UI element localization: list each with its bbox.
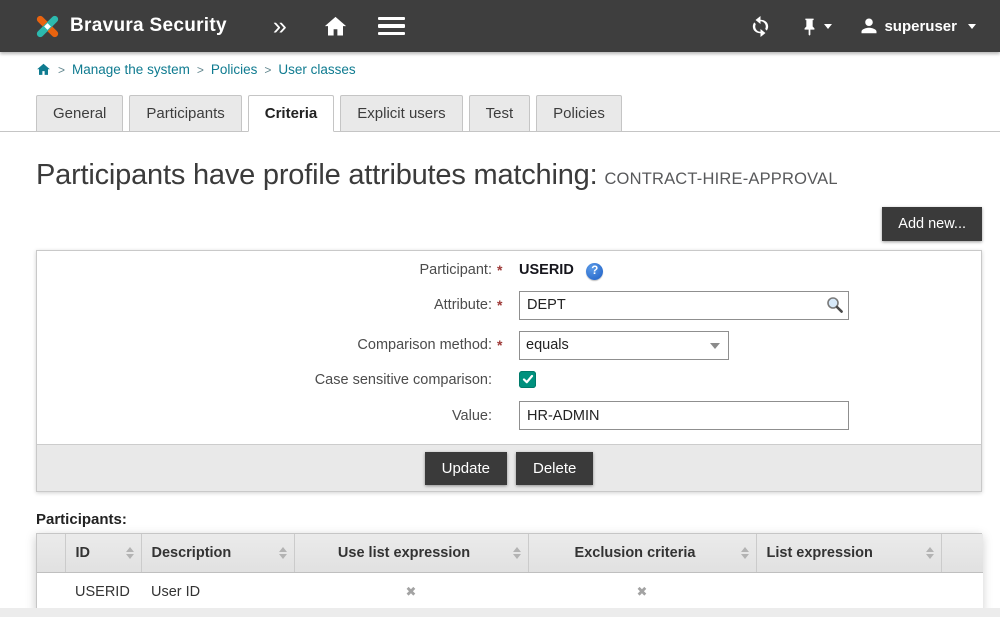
sort-icon — [741, 547, 749, 559]
main-content: Participants have profile attributes mat… — [0, 159, 1000, 613]
value-input[interactable] — [519, 401, 849, 430]
participants-section-label: Participants: — [36, 511, 982, 528]
value-label: Value: — [37, 408, 497, 424]
pin-icon — [800, 17, 819, 36]
user-icon — [860, 17, 878, 35]
table-row[interactable]: USERID User ID ✖ ✖ — [37, 572, 983, 612]
page-title-text: Participants have profile attributes mat… — [36, 159, 597, 191]
brand-logo-icon — [34, 13, 61, 40]
menu-icon[interactable] — [378, 17, 405, 36]
column-header-blank — [941, 534, 983, 572]
cross-icon: ✖ — [637, 584, 648, 599]
tab-bar: General Participants Criteria Explicit u… — [0, 83, 1000, 132]
brand[interactable]: Bravura Security — [34, 13, 227, 40]
search-icon[interactable] — [825, 295, 845, 320]
app-header: Bravura Security » superuser — [0, 0, 1000, 52]
participant-value: USERID — [519, 262, 574, 278]
tab-test[interactable]: Test — [469, 95, 531, 132]
column-label: Use list expression — [338, 545, 470, 561]
column-header-list-expression[interactable]: List expression — [756, 534, 941, 572]
cross-icon: ✖ — [406, 584, 417, 599]
column-header-use-list-expression[interactable]: Use list expression — [294, 534, 528, 572]
page-bottom-strip — [0, 608, 1000, 617]
required-asterisk: * — [497, 297, 519, 313]
case-sensitive-label: Case sensitive comparison: — [37, 372, 497, 388]
delete-button[interactable]: Delete — [516, 452, 593, 485]
breadcrumb-separator: > — [264, 63, 271, 77]
case-sensitive-checkbox[interactable] — [519, 371, 536, 388]
column-header-blank — [37, 534, 65, 572]
column-header-id[interactable]: ID — [65, 534, 141, 572]
breadcrumb-separator: > — [197, 63, 204, 77]
tab-policies[interactable]: Policies — [536, 95, 622, 132]
sort-icon — [513, 547, 521, 559]
breadcrumb-link-policies[interactable]: Policies — [211, 62, 258, 77]
username: superuser — [884, 18, 957, 35]
breadcrumb: > Manage the system > Policies > User cl… — [0, 52, 1000, 83]
sort-icon — [926, 547, 934, 559]
attribute-label: Attribute: — [37, 297, 497, 313]
value-row: Value: — [37, 401, 981, 430]
table-header-row: ID Description Use list expression Exclu… — [37, 534, 983, 572]
required-asterisk: * — [497, 262, 519, 278]
user-menu[interactable]: superuser — [860, 17, 976, 35]
sort-icon — [279, 547, 287, 559]
column-label: List expression — [767, 545, 873, 561]
breadcrumb-separator: > — [58, 63, 65, 77]
participants-table: ID Description Use list expression Exclu… — [36, 533, 982, 613]
comparison-method-select[interactable]: equals — [519, 331, 729, 360]
cell-blank — [941, 572, 983, 612]
form-footer: Update Delete — [37, 444, 981, 491]
help-icon[interactable]: ? — [586, 263, 603, 280]
checkmark-icon — [522, 373, 534, 385]
criteria-form: Participant: * USERID ? Attribute: * — [36, 250, 982, 492]
pin-menu[interactable] — [800, 17, 832, 36]
column-label: Description — [152, 545, 232, 561]
cell-list-expression — [756, 572, 941, 612]
cell-description: User ID — [141, 572, 294, 612]
cell-id: USERID — [65, 572, 141, 612]
home-icon[interactable] — [323, 14, 348, 39]
participant-label: Participant: — [37, 262, 497, 278]
breadcrumb-home-icon[interactable] — [36, 62, 51, 77]
participant-row: Participant: * USERID ? — [37, 261, 981, 280]
column-label: ID — [76, 545, 91, 561]
refresh-icon[interactable] — [749, 15, 772, 38]
column-header-exclusion-criteria[interactable]: Exclusion criteria — [528, 534, 756, 572]
tab-explicit-users[interactable]: Explicit users — [340, 95, 462, 132]
attribute-row: Attribute: * — [37, 291, 981, 320]
sort-icon — [126, 547, 134, 559]
tab-general[interactable]: General — [36, 95, 123, 132]
column-header-description[interactable]: Description — [141, 534, 294, 572]
update-button[interactable]: Update — [425, 452, 507, 485]
breadcrumb-link-manage-the-system[interactable]: Manage the system — [72, 62, 190, 77]
column-label: Exclusion criteria — [575, 545, 696, 561]
cell-use-list-expression: ✖ — [294, 572, 528, 612]
chevron-down-icon — [824, 24, 832, 29]
page-title: Participants have profile attributes mat… — [36, 159, 982, 192]
breadcrumb-link-user-classes[interactable]: User classes — [278, 62, 355, 77]
case-sensitive-row: Case sensitive comparison: — [37, 371, 981, 391]
chevron-down-icon — [968, 24, 976, 29]
comparison-method-row: Comparison method: * equals — [37, 331, 981, 360]
cell-exclusion-criteria: ✖ — [528, 572, 756, 612]
required-asterisk: * — [497, 337, 519, 353]
attribute-input[interactable] — [519, 291, 849, 320]
cell-blank — [37, 572, 65, 612]
double-chevron-icon[interactable]: » — [273, 14, 287, 39]
comparison-method-label: Comparison method: — [37, 337, 497, 353]
brand-name: Bravura Security — [70, 15, 227, 37]
tab-participants[interactable]: Participants — [129, 95, 241, 132]
tab-criteria[interactable]: Criteria — [248, 95, 335, 132]
add-new-button[interactable]: Add new... — [882, 207, 982, 241]
page-title-value: CONTRACT-HIRE-APPROVAL — [604, 170, 837, 188]
